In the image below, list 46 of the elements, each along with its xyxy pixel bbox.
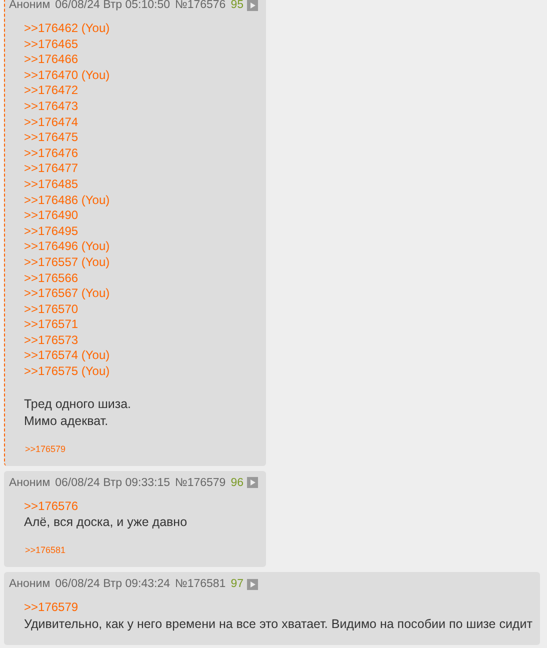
post-number[interactable]: №176579 [174, 476, 226, 489]
poster-name: Аноним [9, 0, 50, 11]
post-reference-link[interactable]: >>176485 [24, 176, 258, 193]
post-reference-link[interactable]: >>176465 [24, 36, 258, 52]
poster-name: Аноним [9, 578, 50, 590]
post-text: Тред одного шиза. [24, 396, 132, 413]
post-reference-link[interactable]: >>176576 [24, 498, 258, 514]
post-number[interactable]: №176576 [174, 0, 226, 11]
post-text: Алё, вся доска, и уже давно [24, 514, 188, 532]
post-reference-link[interactable]: >>176477 [24, 161, 258, 177]
post-reference-link[interactable]: >>176490 [24, 208, 258, 224]
post-reference-link[interactable]: >>176472 [24, 83, 258, 99]
post-reference-link[interactable]: >>176570 [24, 302, 258, 318]
post-reference-link[interactable]: >>176571 [24, 317, 258, 333]
post-text: Удивительно, как у него времени на все это хватает. Видимо на пособии по шизе сидит [24, 616, 532, 633]
play-icon[interactable] [246, 578, 258, 590]
post-number[interactable]: №176581 [174, 578, 226, 590]
post-reference-link[interactable]: >>176466 [24, 52, 258, 68]
post-index: 96 [230, 476, 244, 489]
reply-link[interactable]: >>176581 [25, 545, 66, 556]
reply-link[interactable]: >>176579 [25, 444, 66, 454]
post-reference-link[interactable]: >>176476 [24, 146, 258, 162]
post-reference-link[interactable]: >>176496 (You) [24, 239, 258, 255]
post-reference-link[interactable]: >>176486 (You) [24, 192, 258, 208]
post-date: 06/08/24 Втр 09:43:24 [55, 578, 170, 590]
post-reference-link[interactable]: >>176470 (You) [24, 68, 258, 84]
post-reference-link[interactable]: >>176567 (You) [24, 286, 258, 302]
post-reference-link[interactable]: >>176579 [24, 600, 532, 616]
post-date: 06/08/24 Втр 05:10:50 [55, 0, 170, 11]
post-reference-link[interactable]: >>176474 [24, 114, 258, 130]
play-icon[interactable] [246, 477, 258, 488]
post-reference-link[interactable]: >>176495 [24, 224, 258, 240]
post-index: 95 [230, 0, 244, 11]
post-reference-link[interactable]: >>176574 (You) [24, 348, 258, 364]
post-reference-link[interactable]: >>176462 (You) [24, 21, 258, 37]
post-index: 97 [230, 578, 244, 590]
post-text: Мимо адекват. [24, 412, 110, 430]
post-reference-link[interactable]: >>176575 (You) [24, 364, 258, 380]
post-reference-link[interactable]: >>176473 [24, 98, 258, 115]
post-reference-link[interactable]: >>176573 [24, 332, 258, 348]
post-reference-link[interactable]: >>176566 [24, 270, 258, 286]
post-reference-link[interactable]: >>176475 [24, 130, 258, 146]
play-icon[interactable] [246, 0, 258, 10]
post-date: 06/08/24 Втр 09:33:15 [55, 476, 170, 489]
poster-name: Аноним [9, 476, 50, 489]
post-reference-link[interactable]: >>176557 (You) [24, 254, 258, 270]
